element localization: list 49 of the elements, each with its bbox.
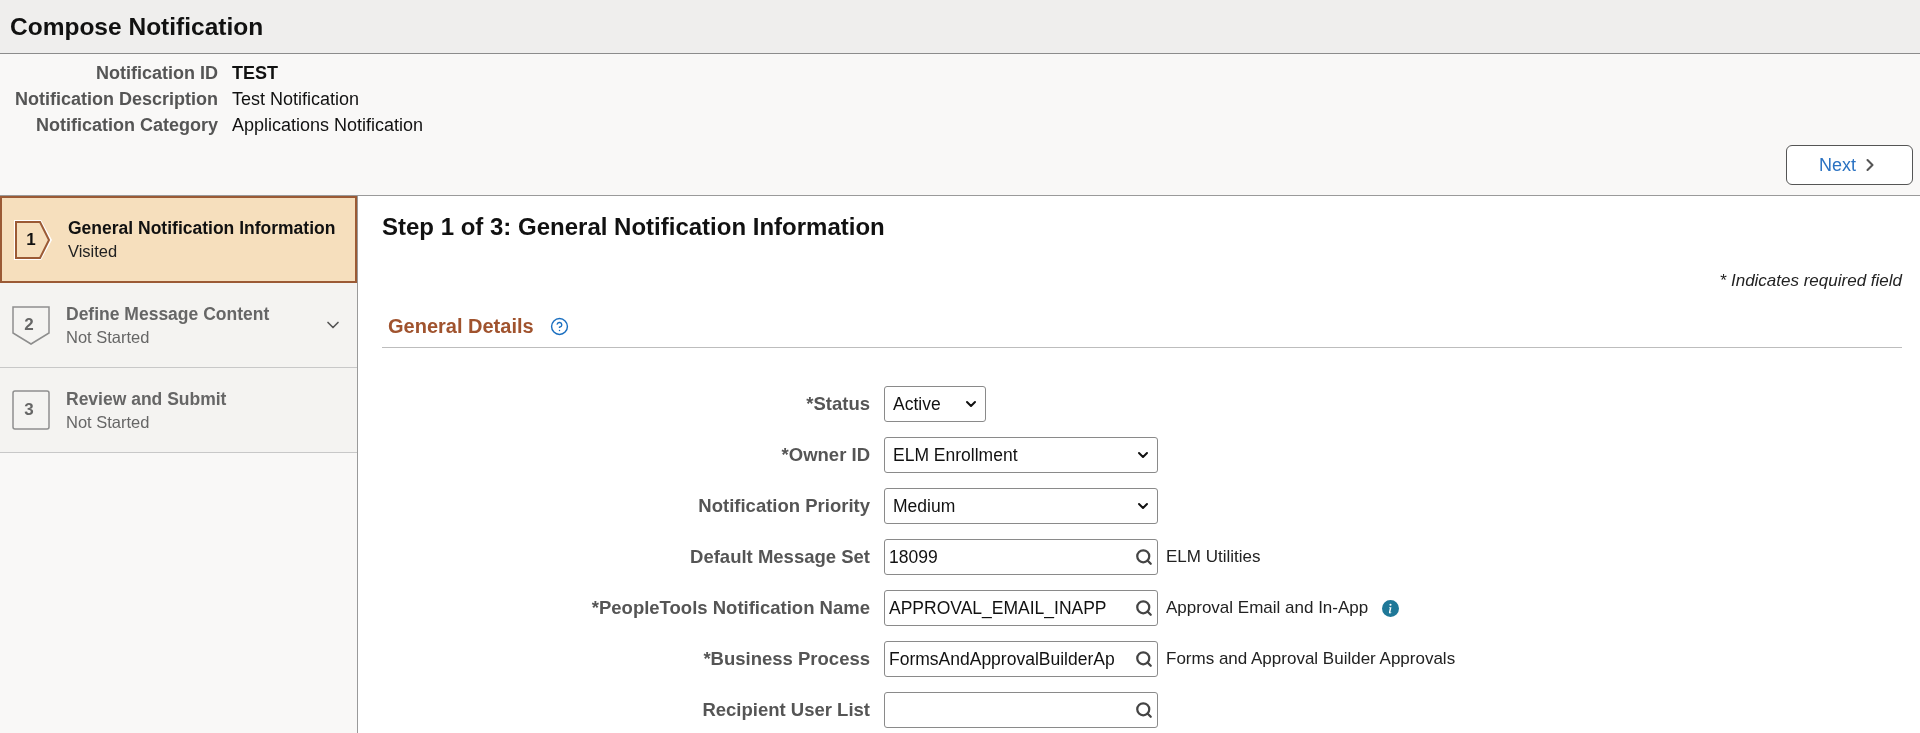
field-label: Notification Priority [697, 495, 870, 517]
field-label: *Business Process [702, 648, 870, 670]
help-icon[interactable] [549, 317, 569, 336]
step-status: Not Started [66, 327, 151, 347]
field-label: Recipient User List [701, 699, 870, 721]
step-title: General Notification Information [68, 218, 337, 239]
input-field[interactable]: 18099 [884, 539, 1158, 575]
summary-label: Notification ID [95, 63, 218, 84]
step-number: 1 [26, 229, 36, 250]
summary-value: Test Notification [232, 89, 361, 110]
section-title: General Details [388, 315, 534, 338]
page-title: Compose Notification [10, 12, 264, 41]
select-field[interactable]: ELM Enrollment [884, 437, 1158, 473]
search-icon[interactable] [1135, 650, 1153, 668]
step-item[interactable]: 1 General Notification Information Visited [0, 196, 357, 283]
field-label: *PeopleTools Notification Name [590, 597, 870, 619]
step-badge-icon [12, 217, 54, 262]
field-description: ELM Utilities [1166, 547, 1261, 567]
step-title: Define Message Content [66, 303, 271, 325]
step-number: 3 [24, 400, 34, 420]
select-field[interactable]: Medium [884, 488, 1158, 524]
field-description: Forms and Approval Builder Approvals [1166, 649, 1456, 669]
step-badge-icon [10, 388, 52, 432]
info-icon[interactable] [1382, 599, 1400, 617]
field-label: *Status [805, 393, 870, 415]
select-field[interactable]: Active [884, 386, 986, 422]
search-icon[interactable] [1135, 599, 1153, 617]
input-field[interactable]: FormsAndApprovalBuilderAp [884, 641, 1158, 677]
step-status: Visited [68, 242, 119, 261]
summary-value: Applications Notification [232, 115, 424, 136]
search-icon[interactable] [1135, 701, 1153, 719]
step-badge-icon [10, 303, 52, 347]
field-label: *Owner ID [780, 444, 870, 466]
step-title: Review and Submit [66, 388, 228, 410]
required-note: * Indicates required field [1719, 271, 1902, 290]
summary-label: Notification Description [14, 89, 218, 110]
next-button[interactable]: Next [1786, 145, 1913, 185]
field-label: Default Message Set [689, 546, 870, 568]
input-field[interactable]: APPROVAL_EMAIL_INAPP [884, 590, 1158, 626]
step-heading: Step 1 of 3: General Notification Information [382, 213, 886, 241]
summary-value: TEST [232, 63, 279, 84]
search-icon[interactable] [1135, 548, 1153, 566]
step-item[interactable]: 3 Review and Submit Not Started [0, 368, 357, 453]
summary-label: Notification Category [35, 115, 218, 136]
field-description: Approval Email and In-App [1166, 598, 1369, 618]
step-item[interactable]: 2 Define Message Content Not Started [0, 283, 357, 368]
input-field[interactable] [884, 692, 1158, 728]
step-status: Not Started [66, 412, 151, 432]
step-number: 2 [24, 315, 34, 335]
